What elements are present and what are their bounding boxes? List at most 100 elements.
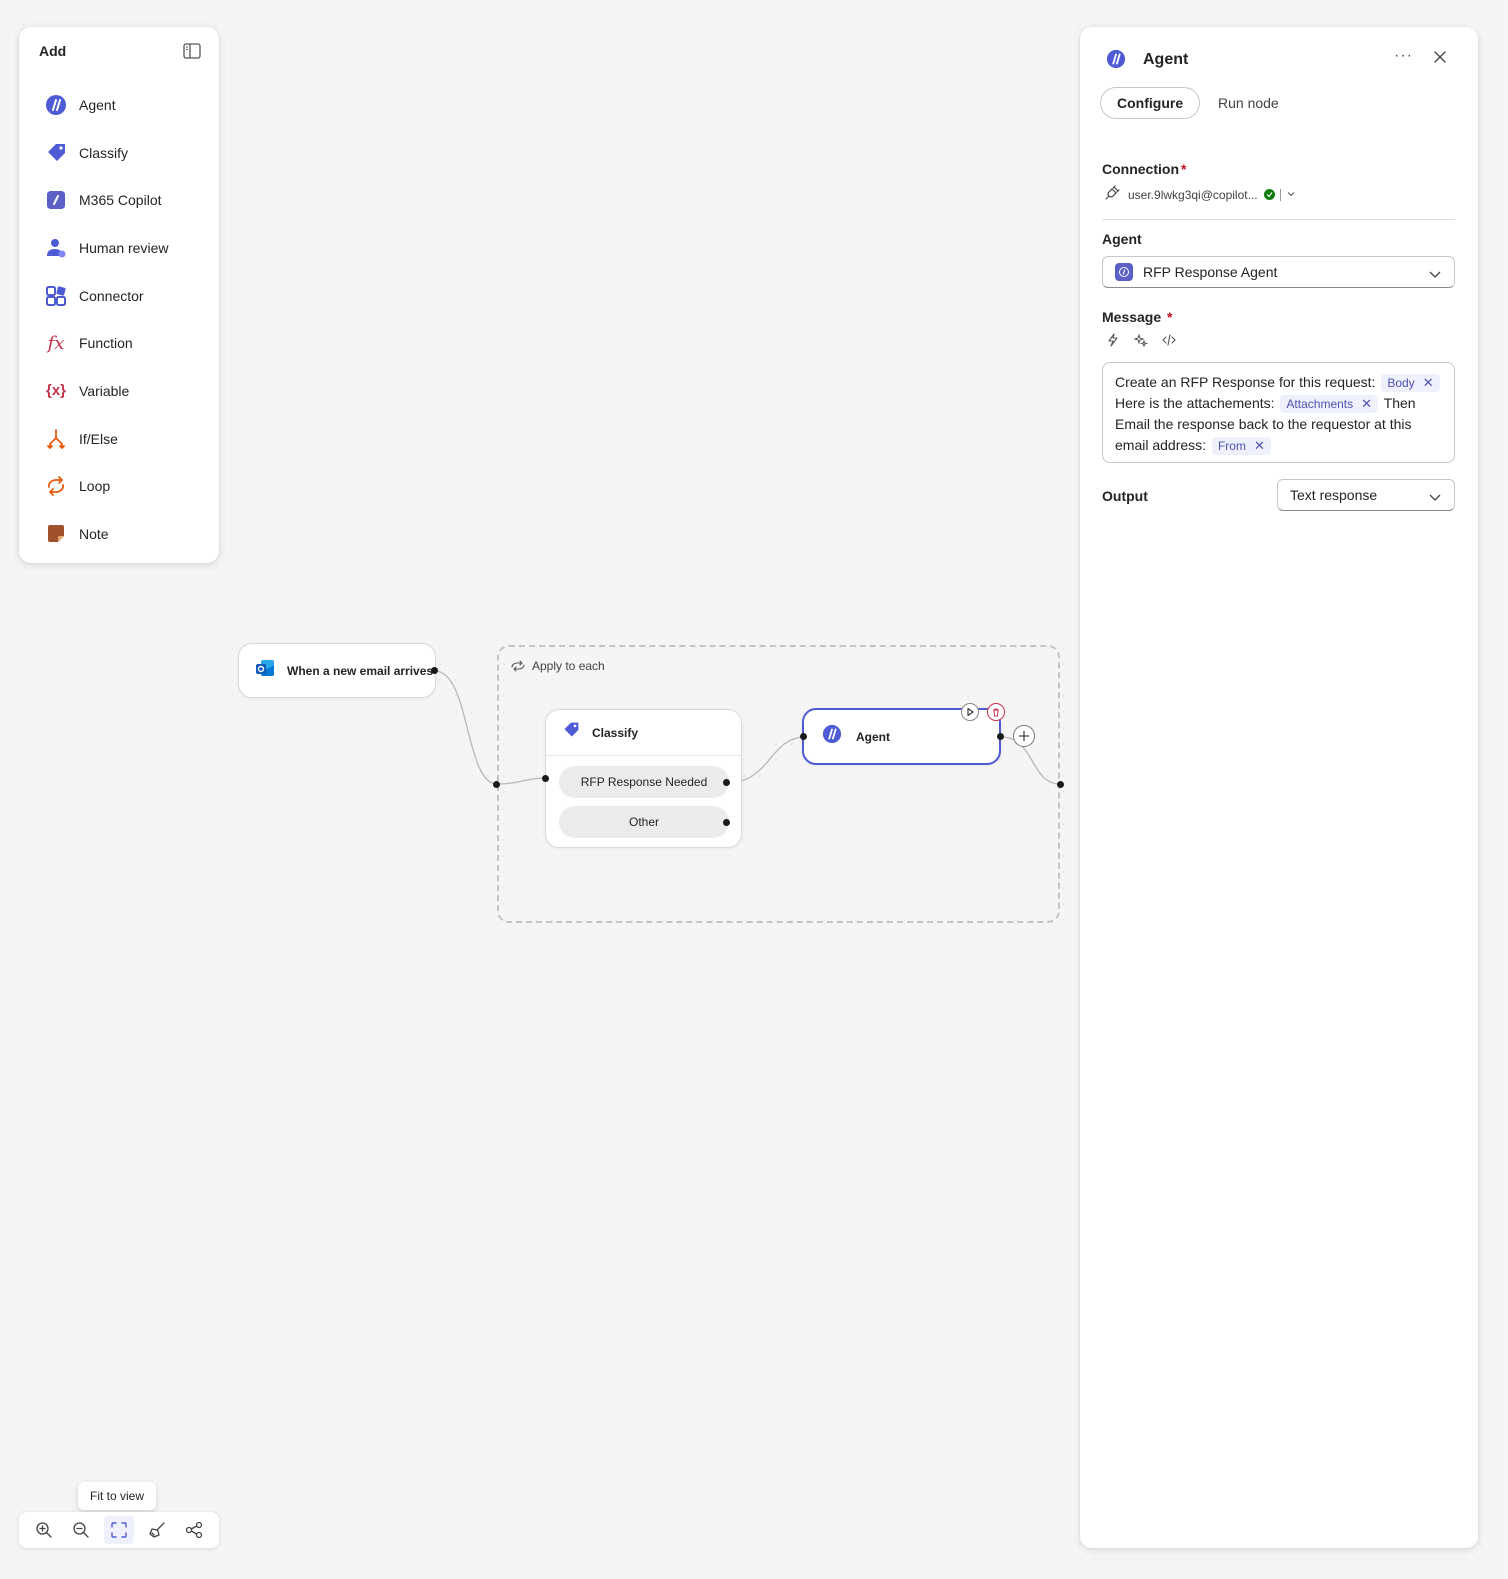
connection-account: user.9lwkg3qi@copilot... (1128, 187, 1258, 202)
message-input[interactable]: Create an RFP Response for this request:… (1102, 362, 1455, 463)
add-item-agent[interactable]: Agent (19, 81, 219, 129)
branch-rfp-response-needed[interactable]: RFP Response Needed (559, 766, 729, 798)
remove-token-icon[interactable]: ✕ (1254, 437, 1265, 455)
m365-copilot-icon (45, 189, 67, 211)
add-panel: Add Agent Classify M365 Copilot Human re… (19, 27, 219, 563)
agent-node-label: Agent (856, 729, 890, 744)
classify-input-port[interactable] (542, 775, 549, 782)
add-item-connector[interactable]: Connector (19, 272, 219, 320)
agent-select[interactable]: RFP Response Agent (1102, 256, 1455, 288)
token-label: Body (1387, 376, 1415, 391)
agent-select-value: RFP Response Agent (1143, 264, 1278, 280)
trigger-node[interactable]: When a new email arrives (238, 643, 436, 698)
token-label: Attachments (1286, 397, 1354, 412)
zoom-out-icon (73, 1522, 90, 1538)
agent-app-icon (1115, 263, 1133, 281)
more-options-icon[interactable]: ··· (1394, 47, 1413, 65)
node-config-panel: Agent ··· Configure Run node Connection *… (1080, 27, 1478, 1548)
add-item-label: Human review (79, 239, 169, 256)
output-select-value: Text response (1290, 487, 1378, 503)
agent-icon (822, 724, 842, 749)
add-item-label: Loop (79, 478, 111, 495)
trigger-output-port[interactable] (431, 667, 438, 674)
divider (1102, 219, 1455, 220)
connection-selector[interactable]: user.9lwkg3qi@copilot... (1104, 185, 1296, 204)
loop-icon (45, 475, 67, 497)
add-item-m365-copilot[interactable]: M365 Copilot (19, 176, 219, 224)
message-label-text: Message (1102, 309, 1162, 325)
add-step-button[interactable] (1013, 725, 1035, 747)
outlook-icon (255, 658, 275, 683)
add-item-human-review[interactable]: Human review (19, 224, 219, 272)
chevron-down-icon (1428, 267, 1442, 283)
add-item-label: Function (79, 335, 133, 352)
message-text-1: Create an RFP Response for this request: (1115, 374, 1376, 390)
dynamic-content-icon[interactable] (1106, 333, 1120, 352)
add-item-label: Connector (79, 287, 144, 304)
chevron-down-icon[interactable] (1286, 188, 1296, 202)
human-review-icon (45, 237, 67, 259)
zoom-in-button[interactable] (29, 1516, 59, 1544)
classify-icon (562, 721, 580, 744)
zoom-out-button[interactable] (66, 1516, 96, 1544)
loop-icon (511, 660, 525, 672)
delete-node-icon[interactable] (987, 703, 1005, 721)
sparkle-icon[interactable] (1133, 333, 1149, 352)
add-item-variable[interactable]: {x} Variable (19, 367, 219, 415)
code-icon[interactable] (1162, 333, 1176, 352)
add-item-label: Classify (79, 144, 129, 161)
agent-field-label: Agent (1102, 231, 1142, 247)
add-item-loop[interactable]: Loop (19, 463, 219, 511)
token-body[interactable]: Body ✕ (1381, 374, 1440, 393)
loop-output-port[interactable] (1057, 781, 1064, 788)
message-label: Message * (1102, 309, 1173, 325)
loop-input-port[interactable] (493, 781, 500, 788)
plus-icon (1019, 731, 1029, 741)
output-select[interactable]: Text response (1277, 479, 1455, 511)
panel-toggle-icon[interactable] (183, 43, 201, 59)
classify-node-header: Classify (546, 710, 741, 756)
tab-run-node[interactable]: Run node (1218, 95, 1279, 111)
tab-configure[interactable]: Configure (1100, 87, 1201, 119)
connection-label-text: Connection (1102, 161, 1179, 177)
classify-node-label: Classify (592, 725, 639, 740)
run-node-icon[interactable] (961, 703, 979, 721)
remove-token-icon[interactable]: ✕ (1423, 374, 1434, 392)
message-toolbar (1106, 333, 1176, 352)
classify-node[interactable]: Classify RFP Response Needed Other (545, 709, 742, 848)
close-icon[interactable] (1432, 49, 1448, 70)
output-label: Output (1102, 488, 1148, 504)
add-item-label: If/Else (79, 430, 118, 447)
add-item-classify[interactable]: Classify (19, 129, 219, 177)
tidy-up-button[interactable] (142, 1516, 172, 1544)
plug-icon (1104, 185, 1120, 204)
trigger-node-label: When a new email arrives (287, 663, 434, 678)
canvas-toolbar (19, 1512, 219, 1548)
variable-icon: {x} (45, 382, 67, 400)
auto-layout-icon (186, 1521, 203, 1539)
agent-icon (45, 94, 67, 116)
add-item-label: Agent (79, 96, 116, 113)
fit-to-view-button[interactable] (103, 1516, 134, 1544)
auto-layout-button[interactable] (179, 1516, 209, 1544)
branch-other[interactable]: Other (559, 806, 729, 838)
connected-check-icon (1263, 189, 1275, 200)
branch-other-output-port[interactable] (723, 819, 730, 826)
token-from[interactable]: From ✕ (1211, 437, 1271, 456)
fit-to-view-icon (111, 1522, 127, 1538)
remove-token-icon[interactable]: ✕ (1361, 395, 1372, 413)
add-item-note[interactable]: Note (19, 510, 219, 558)
token-attachments[interactable]: Attachments ✕ (1280, 395, 1379, 414)
add-item-function[interactable]: fx Function (19, 319, 219, 367)
separator (1279, 188, 1281, 201)
classify-icon (45, 142, 67, 164)
required-marker: * (1181, 161, 1187, 177)
agent-input-port[interactable] (800, 733, 807, 740)
add-item-label: M365 Copilot (79, 192, 162, 209)
add-item-if-else[interactable]: If/Else (19, 415, 219, 463)
connection-label: Connection * (1102, 161, 1186, 177)
note-icon (45, 523, 67, 545)
agent-output-port[interactable] (997, 733, 1004, 740)
branch-rfp-output-port[interactable] (723, 779, 730, 786)
panel-title: Agent (1143, 51, 1189, 68)
